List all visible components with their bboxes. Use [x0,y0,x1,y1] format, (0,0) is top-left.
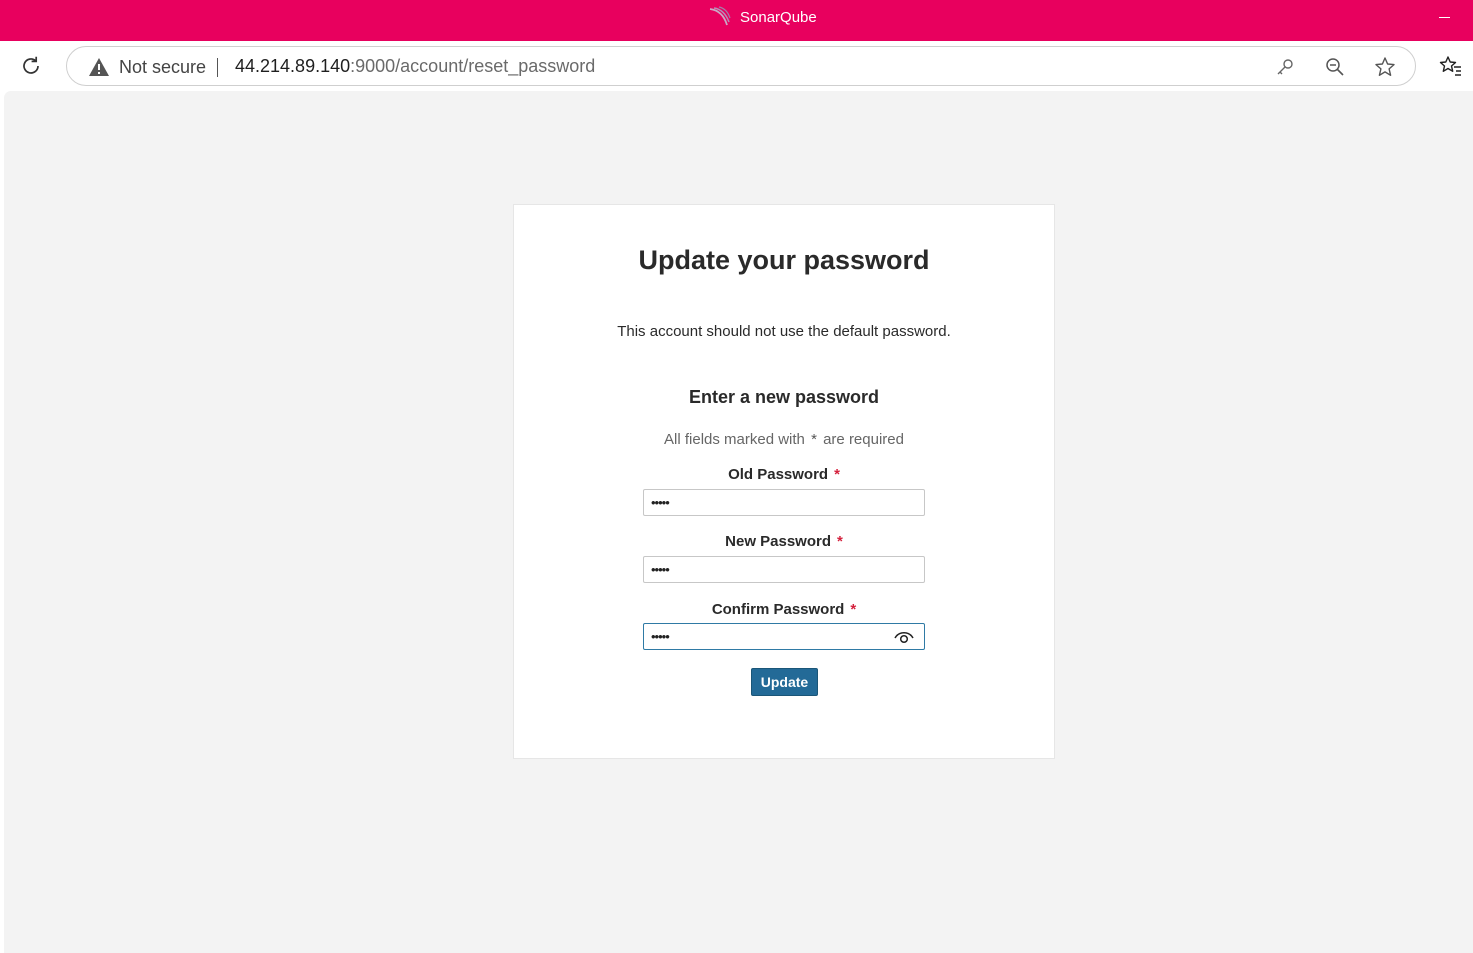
new-password-label-text: New Password [725,533,832,550]
window-title-bar: SonarQube [0,0,1473,41]
update-button[interactable]: Update [751,668,818,696]
address-divider [217,58,218,77]
url-host: 44.214.89.140 [235,56,351,76]
required-note-star: * [811,431,817,448]
confirm-password-value: ••••• [651,629,670,644]
url-text[interactable]: 44.214.89.140:9000/account/reset_passwor… [235,56,595,77]
window-title: SonarQube [740,8,817,26]
new-password-label: New Password * [514,533,1054,550]
confirm-password-input[interactable]: ••••• [643,623,925,650]
browser-toolbar: Not secure 44.214.89.140:9000/account/re… [0,41,1473,91]
old-password-input[interactable]: ••••• [643,489,925,516]
zoom-button[interactable] [1324,56,1346,78]
new-password-input[interactable]: ••••• [643,556,925,583]
bookmark-button[interactable] [1374,56,1396,78]
default-password-warning: This account should not use the default … [617,323,951,340]
required-mark: * [834,466,840,483]
password-key-button[interactable] [1274,56,1296,78]
favorites-icon [1439,56,1461,76]
required-mark: * [837,533,843,550]
warning-icon[interactable] [88,57,110,77]
confirm-password-label: Confirm Password * [514,601,1054,618]
security-status-label[interactable]: Not secure [119,57,206,78]
reload-icon [23,56,39,74]
old-password-label-text: Old Password [728,466,829,483]
title-group: SonarQube [708,6,817,28]
required-fields-note: All fields marked with * are required [514,431,1054,448]
page-heading: Update your password [638,245,930,275]
url-path: :9000/account/reset_password [350,56,596,76]
form-subheading: Enter a new password [688,387,880,407]
confirm-password-label-text: Confirm Password [711,601,845,618]
key-icon [1277,59,1293,75]
reload-button[interactable] [18,53,44,79]
required-mark: * [850,601,857,618]
reset-password-card: Update your password This account should… [513,204,1055,759]
sonarqube-logo-icon [709,6,731,26]
star-icon [1375,57,1395,76]
address-bar[interactable]: Not secure 44.214.89.140:9000/account/re… [66,46,1416,86]
zoom-out-icon [1326,58,1344,76]
required-note-prefix: All fields marked with [664,431,805,448]
required-note-suffix: are required [823,431,904,448]
old-password-label: Old Password * [514,466,1054,483]
show-password-icon[interactable] [893,629,915,645]
favorites-button[interactable] [1438,54,1464,78]
minimize-button[interactable] [1435,10,1455,26]
